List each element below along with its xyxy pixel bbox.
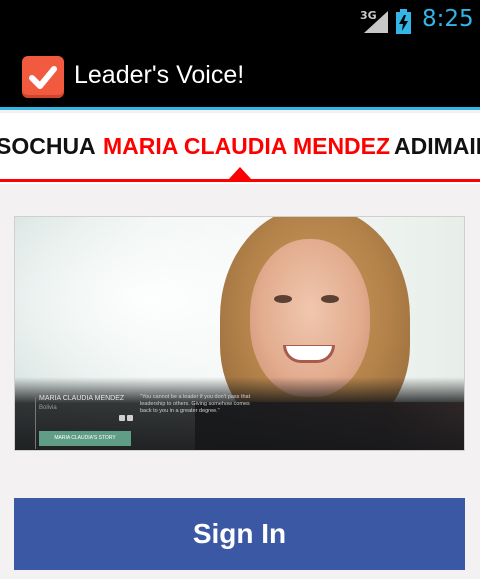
sign-in-button[interactable]: Sign In (14, 498, 465, 570)
checkbox-check-icon[interactable] (22, 56, 64, 98)
tab-sochua[interactable]: SOCHUA (0, 133, 96, 160)
caption-divider (35, 397, 36, 449)
portrait-face (250, 239, 370, 397)
battery-charging-icon (396, 9, 411, 34)
leader-portrait-image[interactable]: MARIA CLAUDIA MENDEZ Bolivia "You cannot… (14, 216, 465, 451)
leader-quote: "You cannot be a leader if you don't pas… (140, 394, 251, 414)
clock: 8:25 (422, 6, 474, 32)
leader-country: Bolivia (39, 405, 57, 411)
tab-maria-claudia-mendez[interactable]: MARIA CLAUDIA MENDEZ (103, 133, 390, 160)
portrait-eye (274, 295, 292, 303)
signal-icon (364, 11, 388, 33)
tab-adimain[interactable]: ADIMAIN (394, 133, 480, 160)
status-bar: 3G 8:25 (0, 0, 480, 44)
story-button[interactable]: MARIA CLAUDIA'S STORY (39, 431, 131, 446)
leader-name: MARIA CLAUDIA MENDEZ (39, 395, 125, 402)
app-title: Leader's Voice! (74, 61, 245, 89)
tab-strip: SOCHUA MARIA CLAUDIA MENDEZ ADIMAIN (0, 113, 480, 184)
portrait-eye (321, 295, 339, 303)
facebook-icon[interactable] (119, 415, 125, 421)
action-bar: Leader's Voice! (0, 44, 480, 110)
tab-indicator-line (0, 179, 480, 182)
twitter-icon[interactable] (127, 415, 133, 421)
